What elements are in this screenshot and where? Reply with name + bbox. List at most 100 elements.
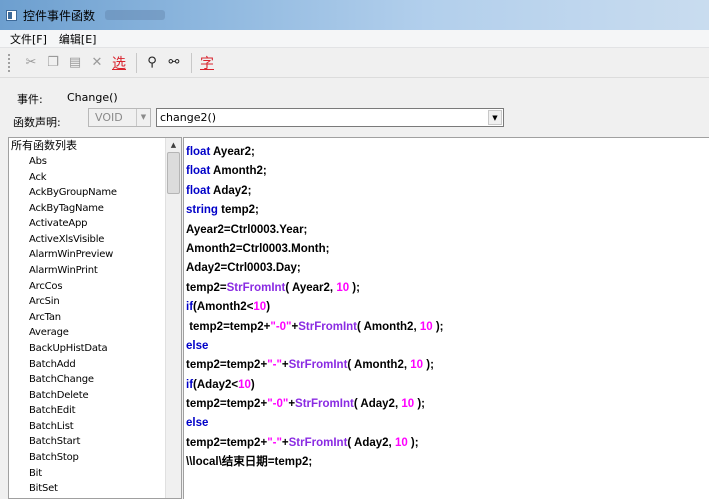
code-token: 10 <box>238 378 251 391</box>
code-line: else <box>186 414 444 433</box>
code-token: 10 <box>410 359 424 372</box>
return-type-value: VOID <box>95 111 123 124</box>
function-list-header: 所有函数列表 <box>11 139 77 152</box>
function-list-item[interactable]: BatchStop <box>9 450 167 466</box>
code-line: string temp2; <box>186 201 444 220</box>
code-token: float <box>186 165 211 178</box>
code-token: StrFromInt <box>226 281 286 294</box>
function-list-item[interactable]: Bit <box>9 466 167 482</box>
scroll-up-icon[interactable]: ▲ <box>166 138 181 152</box>
function-list-scrollbar[interactable]: ▲ <box>165 138 181 498</box>
title-blur <box>105 10 166 20</box>
function-list-item[interactable]: Ack <box>9 170 167 186</box>
menu-file[interactable]: 文件[F] <box>10 31 47 47</box>
code-line: float Amonth2; <box>186 162 444 181</box>
code-token: (Aday2< <box>193 378 239 391</box>
function-list-item[interactable]: ActiveXlsVisible <box>9 232 167 248</box>
code-token: + <box>281 359 289 372</box>
code-token: "-0" <box>267 398 289 411</box>
code-editor[interactable]: float Ayear2; float Amonth2; float Aday2; s… <box>183 137 709 499</box>
function-list-item[interactable]: AlarmWinPreview <box>9 247 167 263</box>
code-line: else <box>186 337 444 356</box>
function-list-item[interactable]: ActivateApp <box>9 216 167 232</box>
code-token: StrFromInt <box>295 398 354 411</box>
code-line: Amonth2=Ctrl0003.Month; <box>186 240 444 259</box>
code-line: Aday2=Ctrl0003.Day; <box>186 259 444 278</box>
code-token: string <box>186 204 218 217</box>
function-list-item[interactable]: BatchEdit <box>9 403 167 419</box>
code-token: "-" <box>267 436 282 449</box>
menu-bar: 文件[F] 编辑[E] <box>0 30 709 48</box>
function-list-item[interactable]: AckByGroupName <box>9 185 167 201</box>
font-button[interactable]: 字 <box>197 53 217 73</box>
function-name-select[interactable]: change2() ▼ <box>156 108 504 127</box>
code-token: Ayear2; <box>210 146 255 158</box>
code-text: float Ayear2; float Amonth2; float Aday2; s… <box>186 143 444 473</box>
toolbar: ✂ ❐ ▤ ✕ 选 ⚲ ⚯ 字 <box>0 48 709 78</box>
code-token: ); <box>423 359 434 372</box>
code-token: temp2=temp2+ <box>186 320 271 333</box>
code-line: temp2=temp2+"-0"+StrFromInt( Amonth2, 10… <box>186 318 444 337</box>
code-line: Ayear2=Ctrl0003.Year; <box>186 221 444 240</box>
code-token: Amonth2; <box>210 165 267 178</box>
code-token: if <box>186 378 194 391</box>
select-button[interactable]: 选 <box>109 53 129 73</box>
code-token: temp2; <box>217 204 259 217</box>
code-token: else <box>186 339 209 352</box>
code-token: ( Amonth2, <box>357 320 420 333</box>
code-token: else <box>186 417 209 430</box>
copy-icon[interactable]: ❐ <box>43 53 63 73</box>
function-list-item[interactable]: BatchDelete <box>9 388 167 404</box>
event-label: 事件: <box>17 93 43 106</box>
code-line: if(Amonth2<10) <box>186 298 444 317</box>
code-token: + <box>281 436 289 449</box>
function-list-item[interactable]: Abs <box>9 154 167 170</box>
replace-icon[interactable]: ⚯ <box>164 53 184 73</box>
code-token: Amonth2=Ctrl0003.Month; <box>186 242 330 255</box>
code-token: temp2=temp2+ <box>186 398 268 411</box>
function-list-item[interactable]: BatchAdd <box>9 357 167 373</box>
menu-edit[interactable]: 编辑[E] <box>59 31 97 47</box>
code-token: "-" <box>267 359 282 372</box>
function-list-item[interactable]: Average <box>9 325 167 341</box>
scroll-thumb[interactable] <box>167 152 180 194</box>
function-name-value: change2() <box>160 111 217 124</box>
code-token: 10 <box>336 281 350 294</box>
code-token: StrFromInt <box>288 436 348 449</box>
function-list-item[interactable]: BatchStart <box>9 434 167 450</box>
function-list-item[interactable]: BitSet <box>9 481 167 497</box>
app-icon <box>6 9 17 21</box>
function-list-item[interactable]: ArcTan <box>9 310 167 326</box>
function-list-item[interactable]: AckByTagName <box>9 201 167 217</box>
code-line: float Aday2; <box>186 182 444 201</box>
code-token: float <box>186 184 211 197</box>
title-bar[interactable]: 控件事件函数 <box>0 0 709 30</box>
toolbar-separator <box>136 52 137 73</box>
code-token: "-0" <box>270 320 292 333</box>
function-list-item[interactable]: ArcCos <box>9 279 167 295</box>
code-line: \\local\结束日期=temp2; <box>186 453 444 472</box>
function-list-item[interactable]: BatchList <box>9 419 167 435</box>
code-token: 10 <box>394 436 408 449</box>
function-list-item[interactable]: BackUpHistData <box>9 341 167 357</box>
code-token: temp2=temp2+ <box>186 359 268 372</box>
paste-icon[interactable]: ▤ <box>65 53 85 73</box>
delete-icon[interactable]: ✕ <box>87 53 107 73</box>
code-line: temp2=temp2+"-"+StrFromInt( Amonth2, 10 … <box>186 356 444 375</box>
code-token: 10 <box>253 301 267 314</box>
function-list[interactable]: 所有函数列表 Abs Ack AckByGroupName AckByTagName A… <box>8 137 182 499</box>
function-list-item[interactable]: ArcSin <box>9 294 167 310</box>
code-token: Aday2; <box>210 184 252 197</box>
code-token: (Amonth2< <box>193 301 254 314</box>
cut-icon[interactable]: ✂ <box>21 53 41 73</box>
code-token: ); <box>407 436 419 449</box>
function-list-item[interactable]: AlarmWinPrint <box>9 263 167 279</box>
code-token: StrFromInt <box>288 359 348 372</box>
chevron-down-icon[interactable]: ▼ <box>488 110 502 125</box>
function-list-item[interactable]: BatchChange <box>9 372 167 388</box>
toolbar-grip[interactable] <box>8 53 11 72</box>
find-icon[interactable]: ⚲ <box>142 53 162 73</box>
chevron-down-icon: ▼ <box>136 109 150 126</box>
code-line: temp2=temp2+"-"+StrFromInt( Aday2, 10 ); <box>186 434 444 453</box>
code-token: ); <box>432 320 444 333</box>
